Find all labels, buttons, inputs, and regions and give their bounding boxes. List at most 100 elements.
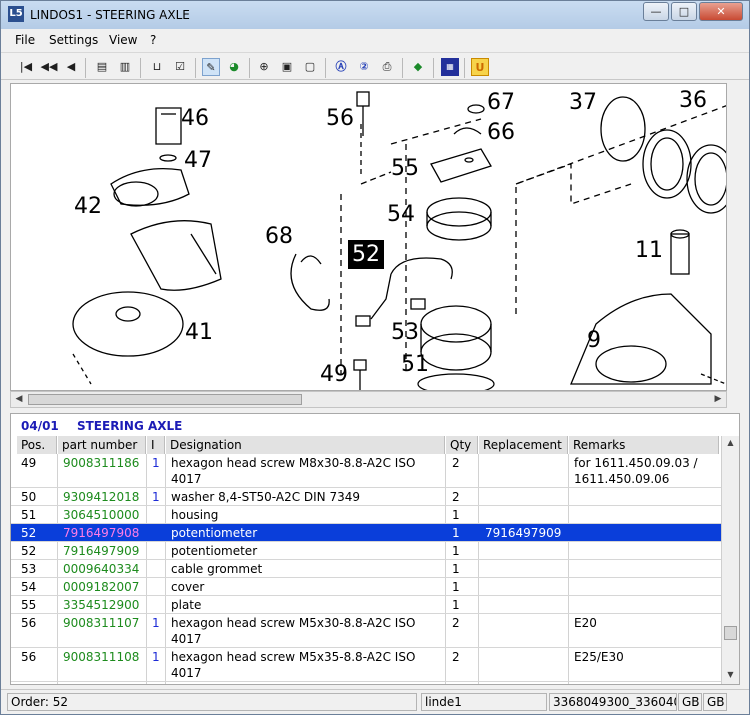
designation-cell: potentiometer <box>171 526 258 540</box>
scroll-right-arrow-icon[interactable]: ▶ <box>710 392 726 407</box>
callout-46[interactable]: 46 <box>181 106 209 131</box>
callout-55[interactable]: 55 <box>391 156 419 181</box>
exploded-drawing[interactable]: 46 47 42 41 56 55 54 68 52 53 51 49 67 6… <box>10 83 727 391</box>
pos-cell: 56 <box>21 616 37 630</box>
callout-51[interactable]: 51 <box>401 352 429 377</box>
toolbar-separator <box>85 58 86 78</box>
table-row[interactable]: 55 3354512900 plate 1 <box>11 596 721 614</box>
callout-41[interactable]: 41 <box>185 320 213 345</box>
grid-icon[interactable]: ▦ <box>441 58 459 76</box>
maximize-button[interactable]: □ <box>671 2 697 21</box>
scroll-thumb[interactable] <box>724 626 737 640</box>
callout-66[interactable]: 66 <box>487 120 515 145</box>
designation-cell: cable grommet <box>171 562 263 576</box>
printer-icon[interactable]: ⎙ <box>378 58 396 76</box>
menu-bar: File Settings View ? <box>1 29 749 51</box>
group-header: 04/01 STEERING AXLE <box>21 419 182 433</box>
search-a-icon[interactable]: Ⓐ <box>332 58 350 76</box>
qty-cell: 1 <box>452 508 460 522</box>
table-row[interactable]: 52 7916497909 potentiometer 1 <box>11 542 721 560</box>
marker-icon[interactable]: ✎ <box>202 58 220 76</box>
previous-fast-icon[interactable]: ◀◀ <box>40 58 58 76</box>
qty-cell: 1 <box>452 598 460 612</box>
callout-54[interactable]: 54 <box>387 202 415 227</box>
scroll-up-arrow-icon[interactable]: ▲ <box>722 436 739 450</box>
u-icon[interactable]: U <box>471 58 489 76</box>
callout-52-highlighted[interactable]: 52 <box>348 240 384 269</box>
designation-cell: hexagon head screw M5x35-8.8-A2C ISO 401… <box>171 650 416 680</box>
toolbar: |◀ ◀◀ ◀ ▤ ▥ ⊔ ☑ ✎ ◕ ⊕ ▣ ▢ Ⓐ ② ⎙ ◆ ▦ U <box>1 52 749 80</box>
table-row[interactable]: 51 3064510000 housing 1 <box>11 506 721 524</box>
previous-icon[interactable]: ◀ <box>62 58 80 76</box>
callout-42[interactable]: 42 <box>74 194 102 219</box>
book-back-icon[interactable]: ▥ <box>116 58 134 76</box>
callout-36[interactable]: 36 <box>679 88 707 113</box>
table-row-selected[interactable]: 52 7916497908 potentiometer 1 7916497909 <box>11 524 721 542</box>
group-code: 04/01 <box>21 419 59 433</box>
qty-cell: 1 <box>452 544 460 558</box>
callout-37[interactable]: 37 <box>569 90 597 115</box>
callout-68[interactable]: 68 <box>265 224 293 249</box>
callout-9[interactable]: 9 <box>587 328 601 353</box>
remarks-cell: for 1611.450.09.03 / 1611.450.09.06 <box>574 456 698 486</box>
callout-49[interactable]: 49 <box>320 362 348 387</box>
qty-cell: 1 <box>452 526 460 540</box>
column-header-pos[interactable]: Pos. <box>17 436 57 454</box>
help-question-icon[interactable]: ② <box>355 58 373 76</box>
column-header-remarks[interactable]: Remarks <box>569 436 719 454</box>
illustration-cell: 1 <box>152 616 160 630</box>
status-language-2: GB <box>703 693 727 711</box>
remarks-cell: E25/E30 <box>574 650 624 664</box>
minimize-button[interactable]: — <box>643 2 669 21</box>
part-number-cell: 9008311108 <box>63 650 140 664</box>
status-language-1: GB <box>678 693 702 711</box>
table-row[interactable]: 54 0009182007 cover 1 <box>11 578 721 596</box>
parts-list: 04/01 STEERING AXLE Pos. part number I D… <box>10 413 740 685</box>
menu-view[interactable]: View <box>109 33 137 47</box>
pos-cell: 52 <box>21 544 37 558</box>
drawing-horizontal-scrollbar[interactable]: ◀ ▶ <box>10 391 727 408</box>
column-header-qty[interactable]: Qty <box>446 436 478 454</box>
scroll-left-arrow-icon[interactable]: ◀ <box>11 392 27 407</box>
close-button[interactable]: ✕ <box>699 2 743 21</box>
qty-cell: 2 <box>452 456 460 470</box>
menu-settings[interactable]: Settings <box>49 33 98 47</box>
toolbar-separator <box>195 58 196 78</box>
callout-11[interactable]: 11 <box>635 238 663 263</box>
menu-file[interactable]: File <box>15 33 35 47</box>
table-row[interactable]: 53 0009640334 cable grommet 1 <box>11 560 721 578</box>
scroll-thumb[interactable] <box>28 394 302 405</box>
scroll-down-arrow-icon[interactable]: ▼ <box>722 668 739 682</box>
page-fit-icon[interactable]: ▣ <box>278 58 296 76</box>
menu-help[interactable]: ? <box>150 33 156 47</box>
designation-cell: washer 8,4-ST50-A2C DIN 7349 <box>171 490 360 504</box>
table-row[interactable]: 56 9008311108 1 hexagon head screw M5x35-8.… <box>11 648 721 682</box>
part-number-cell: 0009640334 <box>63 562 140 576</box>
qty-cell: 2 <box>452 490 460 504</box>
table-row[interactable]: 56 9008311107 1 hexagon head screw M5x30-8.… <box>11 614 721 648</box>
page-icon[interactable]: ▢ <box>301 58 319 76</box>
book-open-icon[interactable]: ▤ <box>93 58 111 76</box>
first-page-icon[interactable]: |◀ <box>17 58 35 76</box>
qty-cell: 2 <box>452 616 460 630</box>
part-number-cell: 3064510000 <box>63 508 140 522</box>
pos-cell: 50 <box>21 490 37 504</box>
callout-53[interactable]: 53 <box>391 320 419 345</box>
column-header-illustration[interactable]: I <box>147 436 165 454</box>
status-user: linde1 <box>421 693 547 711</box>
callout-56[interactable]: 56 <box>326 106 354 131</box>
parts-vertical-scrollbar[interactable]: ▲ ▼ <box>721 436 739 684</box>
globe-icon[interactable]: ◕ <box>225 58 243 76</box>
column-header-part-number[interactable]: part number <box>58 436 146 454</box>
cart-icon[interactable]: ⊔ <box>148 58 166 76</box>
column-header-designation[interactable]: Designation <box>166 436 445 454</box>
callout-67[interactable]: 67 <box>487 90 515 115</box>
column-header-replacement[interactable]: Replacement <box>479 436 568 454</box>
illustration-cell: 1 <box>152 650 160 664</box>
callout-47[interactable]: 47 <box>184 148 212 173</box>
export-icon[interactable]: ◆ <box>409 58 427 76</box>
checklist-icon[interactable]: ☑ <box>171 58 189 76</box>
table-row[interactable]: 50 9309412018 1 washer 8,4-ST50-A2C DIN 734… <box>11 488 721 506</box>
zoom-icon[interactable]: ⊕ <box>255 58 273 76</box>
table-row[interactable]: 49 9008311186 1 hexagon head screw M8x30-8.… <box>11 454 721 488</box>
